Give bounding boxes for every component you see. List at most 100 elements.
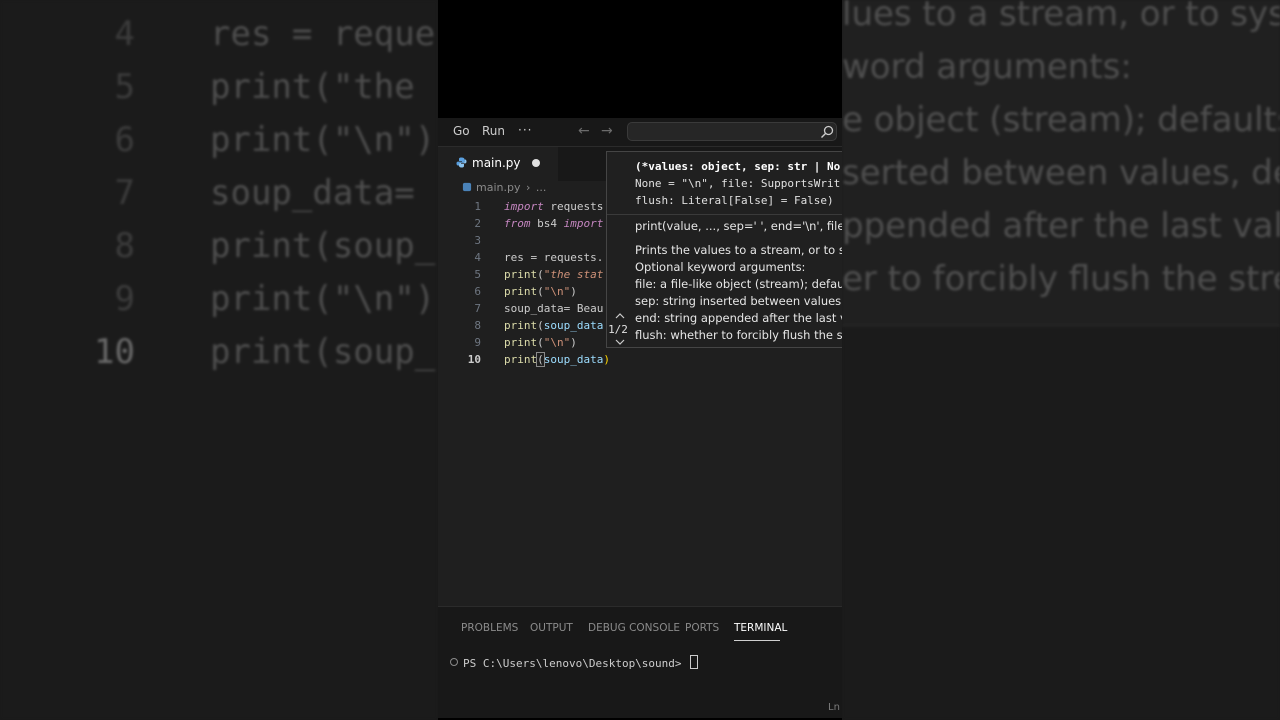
line-number: 3 — [474, 234, 481, 247]
code-token: soup_data — [543, 319, 604, 332]
active-tab-indicator — [734, 640, 780, 641]
code-token: print — [504, 285, 538, 298]
code-text: res = requests. — [504, 249, 603, 266]
code-text: print("\n") — [504, 283, 577, 300]
code-token: print — [504, 336, 538, 349]
doc-signature: print(value, ..., sep=' ', end='\n', fil… — [635, 219, 842, 233]
code-token: "\n" — [543, 336, 571, 349]
chevron-down-icon[interactable] — [615, 339, 625, 345]
background-code-line: 10 print(soup_ — [0, 332, 438, 385]
code-text: import requests — [504, 198, 603, 215]
nav-back-icon[interactable]: ← — [578, 123, 590, 139]
title-bar: Go Run ··· ← → — [438, 118, 842, 147]
code-token: ( — [537, 268, 544, 281]
breadcrumb: main.py › ... — [462, 181, 546, 194]
tab-ports[interactable]: PORTS — [685, 622, 719, 634]
tab-debug-console[interactable]: DEBUG CONSOLE — [588, 622, 680, 634]
background-line-number: 4 — [114, 14, 135, 54]
chevron-up-icon[interactable] — [615, 313, 625, 319]
terminal-cursor — [690, 655, 699, 669]
command-center-search[interactable] — [627, 122, 837, 141]
code-token: print — [504, 319, 538, 332]
code-token: ) — [570, 336, 577, 349]
unsaved-dot-icon[interactable] — [532, 159, 540, 167]
background-line-number: 10 — [94, 332, 135, 372]
doc-end: end: string appended after the last val — [635, 311, 842, 325]
background-doc-line: er to forcibly flush the stre — [842, 259, 1280, 299]
line-number: 4 — [474, 251, 481, 264]
signature: (*values: object, sep: str | No None = "… — [635, 158, 840, 209]
background-code-line: 7 soup_data= — [0, 173, 438, 226]
code-text: print(soup_data) — [504, 351, 610, 368]
background-code-text: soup_data= — [210, 173, 415, 213]
code-token: ( — [537, 336, 544, 349]
background-code-line: 8 print(soup_ — [0, 226, 438, 279]
vscode-window: Go Run ··· ← → main.py main.py › ... 1 im… — [438, 118, 842, 718]
line-number: 6 — [474, 285, 481, 298]
code-token: soup_data= Beau — [504, 302, 604, 315]
bottom-panel: PROBLEMS OUTPUT DEBUG CONSOLE PORTS TERM… — [438, 606, 842, 718]
code-token: from — [504, 217, 531, 230]
background-code-line: 6 print("\n") — [0, 120, 438, 173]
code-token: ( — [537, 319, 544, 332]
code-token: bs4 — [530, 217, 564, 230]
background-zoom-left: 4 res = reque 5 print("the 6 print("\n") 7 soup… — [0, 0, 438, 720]
signature-line-3: flush: Literal[False] = False) — [635, 194, 834, 207]
menu-more[interactable]: ··· — [518, 123, 532, 137]
python-file-icon — [456, 157, 467, 168]
terminal-line[interactable]: PS C:\Users\lenovo\Desktop\sound> — [450, 655, 699, 670]
code-token: requests — [543, 200, 604, 213]
background-code-text: print("the — [210, 67, 415, 107]
tab-output[interactable]: OUTPUT — [530, 622, 573, 634]
code-text: print(soup_data — [504, 317, 603, 334]
code-token: ( — [537, 285, 544, 298]
status-line-indicator[interactable]: Ln — [828, 702, 840, 713]
background-line-number: 7 — [114, 173, 135, 213]
background-line-number: 6 — [114, 120, 135, 160]
signature-line-2: None = "\n", file: SupportsWrit — [635, 177, 841, 190]
doc-optional: Optional keyword arguments: — [635, 260, 806, 274]
search-icon — [821, 125, 834, 138]
menu-go[interactable]: Go — [453, 124, 470, 138]
background-zoom-right: lues to a stream, or to sys word argument… — [842, 0, 1280, 720]
code-token: ( — [536, 352, 545, 367]
background-doc-line: serted between values, de — [842, 153, 1280, 193]
tab-terminal[interactable]: TERMINAL — [734, 622, 787, 634]
code-token: "\n" — [543, 285, 571, 298]
background-code-text: print("\n") — [210, 120, 436, 160]
code-token: "the stat — [543, 268, 604, 281]
signature-line-1: (*values: object, sep: str | No — [635, 160, 841, 173]
terminal-prompt: PS C:\Users\lenovo\Desktop\sound> — [463, 657, 689, 670]
tab-label: main.py — [472, 156, 521, 170]
line-number: 1 — [474, 200, 481, 213]
background-line-number: 8 — [114, 226, 135, 266]
code-text: print("\n") — [504, 334, 577, 351]
command-status-circle-icon — [450, 658, 458, 666]
background-code-text: print(soup_ — [210, 226, 436, 266]
menu-run[interactable]: Run — [482, 124, 505, 138]
letterbox-top — [438, 0, 842, 118]
code-line[interactable]: 10 print(soup_data) — [438, 351, 842, 368]
line-number: 9 — [474, 336, 481, 349]
tab-main-py[interactable]: main.py — [438, 147, 558, 181]
code-text: print("the stat — [504, 266, 603, 283]
breadcrumb-file[interactable]: main.py — [476, 181, 520, 194]
code-token: print — [504, 353, 538, 366]
code-token: import — [504, 200, 544, 213]
breadcrumb-rest[interactable]: ... — [536, 181, 547, 194]
background-code-line: 9 print("\n") — [0, 279, 438, 332]
code-token: ) — [603, 353, 610, 366]
background-doc-line: word arguments: — [842, 47, 1132, 87]
code-token: res = requests. — [504, 251, 604, 264]
line-number: 5 — [474, 268, 481, 281]
background-doc-line: e object (stream); defaults — [842, 100, 1280, 140]
breadcrumb-separator: › — [525, 181, 531, 194]
code-token: import — [563, 217, 604, 230]
background-doc-line: ppended after the last val — [842, 206, 1280, 246]
code-text: from bs4 import — [504, 215, 603, 232]
line-number: 8 — [474, 319, 481, 332]
tab-problems[interactable]: PROBLEMS — [461, 622, 518, 634]
nav-forward-icon[interactable]: → — [601, 123, 613, 139]
line-number: 7 — [474, 302, 481, 315]
background-code-text: print(soup_ — [210, 332, 436, 372]
